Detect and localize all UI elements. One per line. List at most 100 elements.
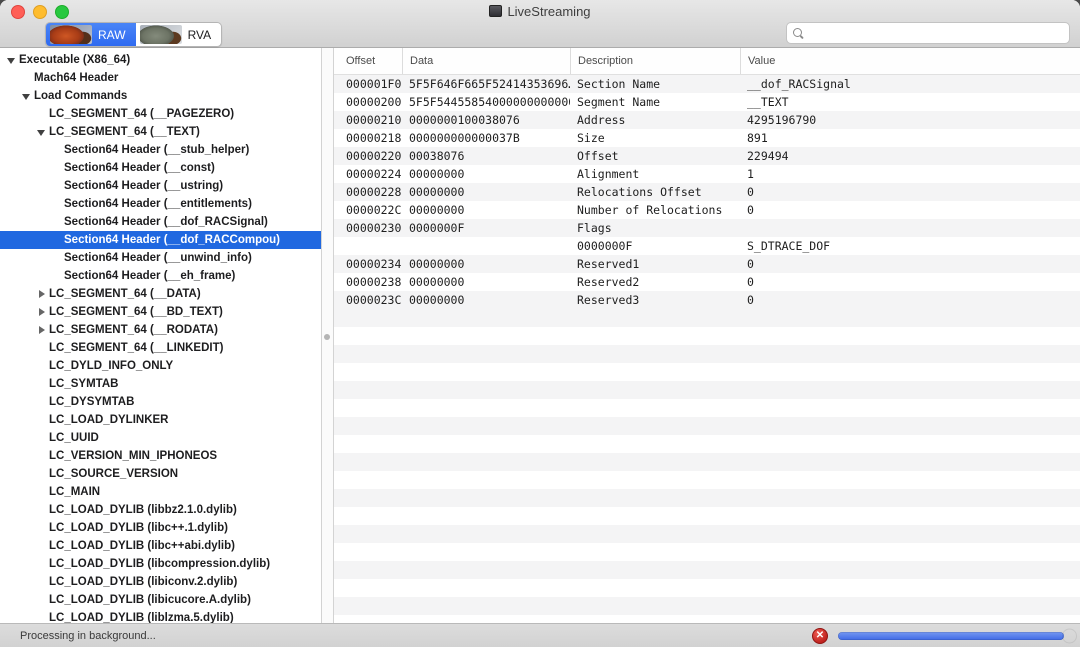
tree-item[interactable]: LC_DYSYMTAB: [0, 393, 321, 411]
table-row[interactable]: 00000218 000000000000037B Size 891: [334, 129, 1080, 147]
tree-item[interactable]: LC_SYMTAB: [0, 375, 321, 393]
disclosure-triangle-icon[interactable]: [36, 522, 49, 534]
table-row[interactable]: 0000022C 00000000 Number of Relocations …: [334, 201, 1080, 219]
disclosure-triangle-icon[interactable]: [36, 486, 49, 498]
table-row[interactable]: 0000023C 00000000 Reserved3 0: [334, 291, 1080, 309]
disclosure-triangle-icon[interactable]: [51, 198, 64, 210]
tree-item[interactable]: Section64 Header (__dof_RACCompou): [0, 231, 321, 249]
disclosure-triangle-icon[interactable]: [36, 324, 49, 336]
cell-description: Section Name: [570, 77, 740, 91]
column-header-data[interactable]: Data: [402, 48, 570, 74]
disclosure-triangle-icon[interactable]: [6, 54, 19, 66]
disclosure-triangle-icon[interactable]: [36, 558, 49, 570]
tree-item-label: LC_LOAD_DYLIB (liblzma.5.dylib): [49, 612, 234, 623]
tree-item[interactable]: Section64 Header (__unwind_info): [0, 249, 321, 267]
disclosure-triangle-icon[interactable]: [21, 72, 34, 84]
tree-item[interactable]: LC_LOAD_DYLIB (libicucore.A.dylib): [0, 591, 321, 609]
disclosure-triangle-icon[interactable]: [36, 126, 49, 138]
disclosure-triangle-icon[interactable]: [36, 108, 49, 120]
table-row[interactable]: 000001F0 5F5F646F665F52414353696… Sectio…: [334, 75, 1080, 93]
cell-description: Segment Name: [570, 95, 740, 109]
raw-rva-segmented-control: RAW RVA: [45, 22, 222, 47]
tree-item[interactable]: Section64 Header (__dof_RACSignal): [0, 213, 321, 231]
disclosure-triangle-icon[interactable]: [51, 144, 64, 156]
tree-item[interactable]: LC_LOAD_DYLIB (libbz2.1.0.dylib): [0, 501, 321, 519]
tree-item[interactable]: LC_SEGMENT_64 (__BD_TEXT): [0, 303, 321, 321]
cell-description: Reserved2: [570, 275, 740, 289]
disclosure-triangle-icon[interactable]: [51, 270, 64, 282]
disclosure-triangle-icon[interactable]: [51, 162, 64, 174]
tree-item[interactable]: LC_SEGMENT_64 (__TEXT): [0, 123, 321, 141]
table-row[interactable]: 00000200 5F5F54455854000000000000… Segme…: [334, 93, 1080, 111]
disclosure-triangle-icon[interactable]: [36, 450, 49, 462]
table-row[interactable]: 00000228 00000000 Relocations Offset 0: [334, 183, 1080, 201]
tree-item-label: LC_DYLD_INFO_ONLY: [49, 360, 173, 372]
table-row[interactable]: 00000210 0000000100038076 Address 429519…: [334, 111, 1080, 129]
disclosure-triangle-icon[interactable]: [51, 216, 64, 228]
tree-item[interactable]: LC_LOAD_DYLIB (libiconv.2.dylib): [0, 573, 321, 591]
disclosure-triangle-icon[interactable]: [36, 612, 49, 623]
tree-item-label: LC_SEGMENT_64 (__LINKEDIT): [49, 342, 223, 354]
column-header-offset[interactable]: Offset: [334, 48, 402, 74]
disclosure-triangle-icon[interactable]: [51, 234, 64, 246]
tree-item[interactable]: Section64 Header (__eh_frame): [0, 267, 321, 285]
column-header-description[interactable]: Description: [570, 48, 740, 74]
disclosure-triangle-icon[interactable]: [36, 468, 49, 480]
table-row[interactable]: 00000234 00000000 Reserved1 0: [334, 255, 1080, 273]
table-row[interactable]: 0000000F S_DTRACE_DOF: [334, 237, 1080, 255]
search-field[interactable]: [786, 22, 1070, 44]
tree-item[interactable]: Section64 Header (__stub_helper): [0, 141, 321, 159]
tree-item[interactable]: LC_DYLD_INFO_ONLY: [0, 357, 321, 375]
disclosure-triangle-icon[interactable]: [36, 576, 49, 588]
tree-item[interactable]: LC_MAIN: [0, 483, 321, 501]
tree-item[interactable]: Section64 Header (__entitlements): [0, 195, 321, 213]
table-row[interactable]: 00000238 00000000 Reserved2 0: [334, 273, 1080, 291]
tree-item[interactable]: LC_SEGMENT_64 (__LINKEDIT): [0, 339, 321, 357]
tree-item[interactable]: LC_SOURCE_VERSION: [0, 465, 321, 483]
table-row[interactable]: 00000230 0000000F Flags: [334, 219, 1080, 237]
tree-item[interactable]: LC_SEGMENT_64 (__DATA): [0, 285, 321, 303]
table-row[interactable]: 00000224 00000000 Alignment 1: [334, 165, 1080, 183]
cell-description: Reserved3: [570, 293, 740, 307]
disclosure-triangle-icon[interactable]: [36, 540, 49, 552]
tree-item[interactable]: LC_LOAD_DYLIB (libc++abi.dylib): [0, 537, 321, 555]
tree-item[interactable]: LC_SEGMENT_64 (__PAGEZERO): [0, 105, 321, 123]
status-message: Processing in background...: [20, 630, 156, 642]
tree-item[interactable]: LC_SEGMENT_64 (__RODATA): [0, 321, 321, 339]
disclosure-triangle-icon[interactable]: [36, 504, 49, 516]
tree-item[interactable]: LC_LOAD_DYLIB (liblzma.5.dylib): [0, 609, 321, 623]
disclosure-triangle-icon[interactable]: [36, 396, 49, 408]
disclosure-triangle-icon[interactable]: [36, 594, 49, 606]
cell-data: 00000000: [402, 203, 570, 217]
tree-item[interactable]: Load Commands: [0, 87, 321, 105]
tree-item[interactable]: Executable (X86_64): [0, 51, 321, 69]
tree-item[interactable]: Section64 Header (__ustring): [0, 177, 321, 195]
column-header-value[interactable]: Value: [740, 48, 1080, 74]
disclosure-triangle-icon[interactable]: [21, 90, 34, 102]
tree-item[interactable]: Section64 Header (__const): [0, 159, 321, 177]
view-mode-tab[interactable]: RVA: [136, 23, 222, 46]
tree-item[interactable]: LC_LOAD_DYLIB (libcompression.dylib): [0, 555, 321, 573]
table-row[interactable]: 00000220 00038076 Offset 229494: [334, 147, 1080, 165]
disclosure-triangle-icon[interactable]: [36, 288, 49, 300]
cell-description: Flags: [570, 221, 740, 235]
disclosure-triangle-icon[interactable]: [36, 306, 49, 318]
disclosure-triangle-icon[interactable]: [36, 378, 49, 390]
disclosure-triangle-icon[interactable]: [51, 180, 64, 192]
search-input[interactable]: [808, 25, 1063, 41]
tree-item[interactable]: LC_LOAD_DYLINKER: [0, 411, 321, 429]
disclosure-triangle-icon[interactable]: [36, 432, 49, 444]
disclosure-triangle-icon[interactable]: [51, 252, 64, 264]
tree-item[interactable]: Mach64 Header: [0, 69, 321, 87]
tree-item-label: LC_LOAD_DYLIB (libcompression.dylib): [49, 558, 270, 570]
tree-item-label: Section64 Header (__unwind_info): [64, 252, 252, 264]
split-view-divider[interactable]: [322, 48, 334, 623]
x-circle-icon[interactable]: ✕: [812, 628, 828, 644]
tree-item[interactable]: LC_VERSION_MIN_IPHONEOS: [0, 447, 321, 465]
disclosure-triangle-icon[interactable]: [36, 360, 49, 372]
disclosure-triangle-icon[interactable]: [36, 414, 49, 426]
view-mode-tab[interactable]: RAW: [46, 23, 136, 46]
disclosure-triangle-icon[interactable]: [36, 342, 49, 354]
tree-item[interactable]: LC_LOAD_DYLIB (libc++.1.dylib): [0, 519, 321, 537]
tree-item[interactable]: LC_UUID: [0, 429, 321, 447]
